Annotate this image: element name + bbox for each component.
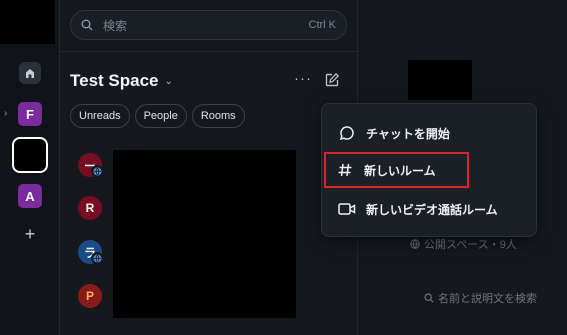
globe-icon	[410, 239, 420, 249]
search-icon	[424, 293, 434, 303]
divider	[60, 51, 358, 52]
search-placeholder: 検索	[103, 18, 128, 33]
room-list-panel: 検索 Ctrl K Test Space ⌄ ··· Unreads Peopl…	[60, 0, 358, 335]
room-item[interactable]: R	[78, 196, 108, 226]
filter-people[interactable]: People	[134, 104, 187, 128]
space-title[interactable]: Test Space ⌄	[70, 71, 173, 91]
space-search-placeholder: 名前と説明文を検索	[438, 293, 537, 305]
add-space-button[interactable]: +	[22, 225, 38, 243]
space-title-text: Test Space	[70, 71, 159, 90]
room-item[interactable]: ー	[78, 153, 108, 183]
room-avatar: P	[78, 284, 102, 308]
more-options-button[interactable]: ···	[294, 71, 312, 90]
space-meta: 公開スペース・9人	[410, 236, 517, 252]
chevron-right-icon[interactable]: ›	[4, 108, 7, 119]
space-meta-text: 公開スペース・9人	[424, 239, 517, 251]
filter-rooms[interactable]: Rooms	[191, 104, 245, 128]
user-avatar[interactable]	[0, 0, 55, 44]
search-input[interactable]: 検索 Ctrl K	[70, 10, 347, 40]
compose-icon	[325, 72, 340, 87]
create-menu: チャットを開始 新しいルーム 新しいビデオ通話ルーム	[321, 103, 537, 237]
room-item[interactable]: ラ	[78, 240, 108, 270]
space-rail: › F A +	[0, 0, 60, 335]
globe-icon	[91, 165, 103, 177]
home-button[interactable]	[19, 62, 41, 84]
hash-icon	[336, 161, 354, 179]
menu-item-label: 新しいルーム	[364, 163, 436, 178]
menu-item-label: 新しいビデオ通話ルーム	[366, 202, 498, 217]
filter-chips: Unreads People Rooms	[70, 104, 245, 128]
menu-item-label: チャットを開始	[366, 126, 450, 141]
search-shortcut: Ctrl K	[308, 19, 337, 31]
home-icon	[26, 69, 34, 78]
search-icon	[81, 19, 93, 31]
space-avatar-selected[interactable]	[12, 137, 48, 173]
filter-unreads[interactable]: Unreads	[70, 104, 130, 128]
video-icon	[338, 200, 356, 218]
chevron-down-icon: ⌄	[164, 75, 173, 87]
space-avatar-large	[408, 60, 472, 100]
space-search-input[interactable]: 名前と説明文を検索	[424, 290, 537, 306]
chat-bubble-icon	[338, 124, 356, 142]
menu-item-start-chat[interactable]: チャットを開始	[328, 117, 532, 149]
compose-button[interactable]	[324, 72, 342, 90]
space-avatar-f[interactable]: F	[18, 102, 42, 126]
room-item[interactable]: P	[78, 284, 108, 314]
room-avatar: R	[78, 196, 102, 220]
globe-icon	[91, 252, 103, 264]
space-avatar-a[interactable]: A	[18, 184, 42, 208]
menu-item-new-video-room[interactable]: 新しいビデオ通話ルーム	[328, 193, 532, 225]
menu-item-new-room[interactable]: 新しいルーム	[324, 152, 469, 188]
app-window: › F A + 検索 Ctrl K Test Space ⌄ ··· Unrea…	[0, 0, 567, 335]
redacted-room-names	[113, 150, 296, 318]
